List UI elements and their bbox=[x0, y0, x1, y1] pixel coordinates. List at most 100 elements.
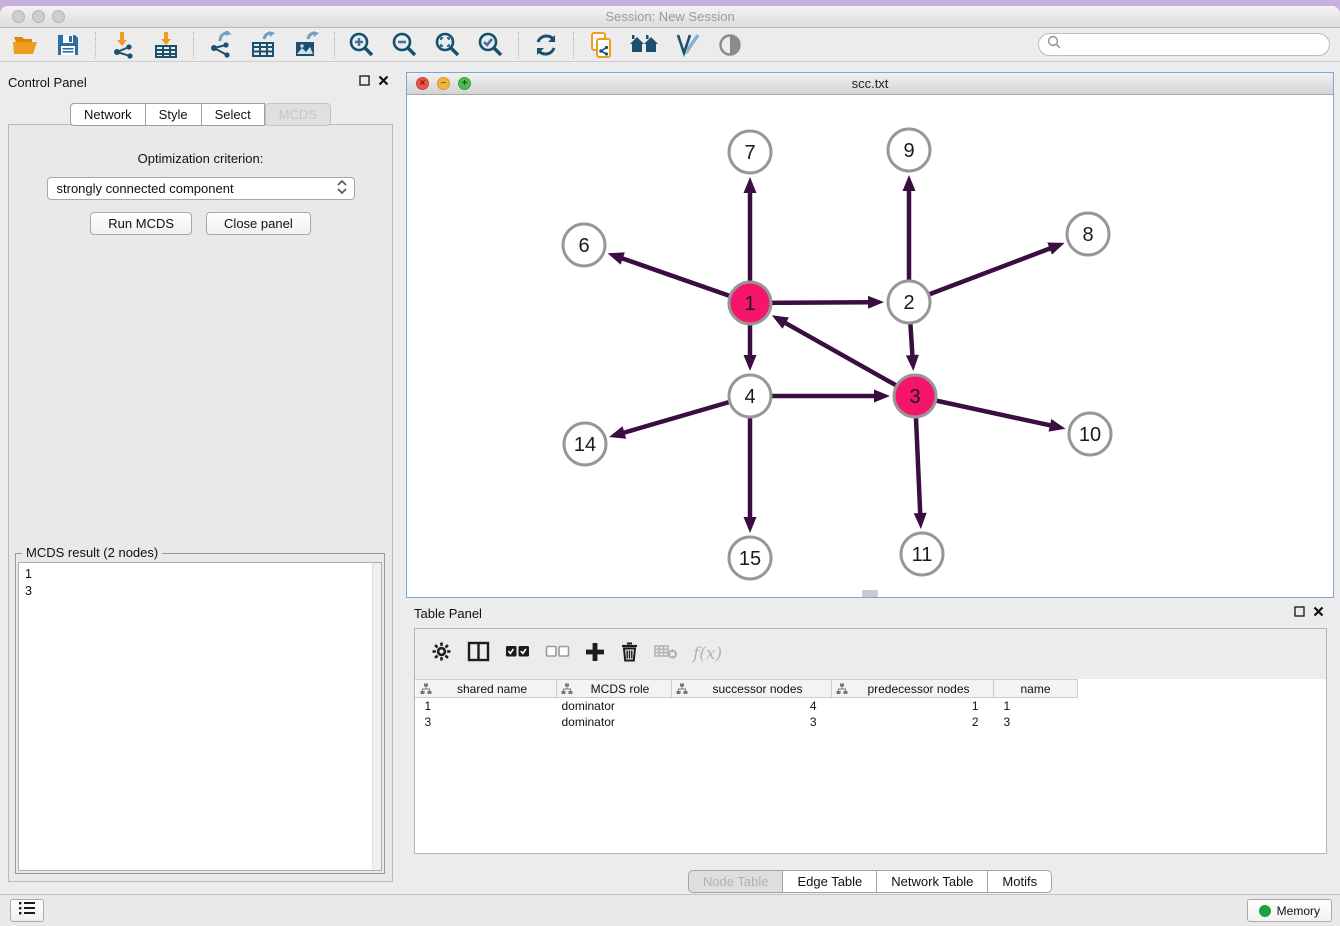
add-icon[interactable] bbox=[585, 642, 605, 667]
memory-button[interactable]: Memory bbox=[1247, 899, 1332, 922]
float-panel-icon[interactable] bbox=[1294, 604, 1305, 622]
graph-node-label: 8 bbox=[1082, 224, 1093, 246]
contrast-icon[interactable] bbox=[715, 31, 745, 59]
float-panel-icon[interactable] bbox=[359, 73, 370, 91]
zoom-in-icon[interactable] bbox=[347, 31, 377, 59]
table-cell[interactable]: 3 bbox=[416, 714, 557, 730]
graph-edge[interactable] bbox=[909, 248, 1052, 302]
minimize-window-button[interactable] bbox=[32, 10, 45, 23]
table-tabs: Node Table Edge Table Network Table Moti… bbox=[406, 870, 1334, 893]
close-panel-icon[interactable] bbox=[378, 73, 389, 91]
graph-edge-arrowhead bbox=[868, 296, 884, 309]
run-mcds-button[interactable]: Run MCDS bbox=[90, 212, 192, 235]
optimization-criterion-label: Optimization criterion: bbox=[9, 151, 392, 166]
maximize-window-button[interactable] bbox=[52, 10, 65, 23]
graph-node-label: 9 bbox=[903, 140, 914, 162]
mcds-result-fieldset: MCDS result (2 nodes) 1 3 bbox=[15, 553, 385, 874]
graph-node-label: 11 bbox=[912, 544, 933, 566]
column-header[interactable]: name bbox=[994, 680, 1078, 698]
tab-mcds[interactable]: MCDS bbox=[265, 103, 331, 126]
minimize-network-button[interactable]: − bbox=[437, 77, 450, 90]
delete-table-icon[interactable] bbox=[654, 643, 678, 665]
save-session-icon[interactable] bbox=[53, 31, 83, 59]
select-all-icon[interactable] bbox=[505, 645, 530, 663]
search-icon bbox=[1047, 35, 1061, 54]
gear-icon[interactable] bbox=[431, 641, 452, 667]
table-cell[interactable]: 3 bbox=[672, 714, 832, 730]
close-panel-button[interactable]: Close panel bbox=[206, 212, 311, 235]
splitter-handle[interactable] bbox=[862, 590, 878, 597]
table-panel: Table Panel bbox=[406, 602, 1334, 896]
export-image-icon[interactable] bbox=[292, 31, 322, 59]
table-cell[interactable]: 4 bbox=[672, 698, 832, 714]
open-file-icon[interactable] bbox=[10, 31, 40, 59]
tab-motifs[interactable]: Motifs bbox=[988, 870, 1052, 893]
graph-node-label: 6 bbox=[578, 235, 589, 257]
zoom-fit-icon[interactable] bbox=[433, 31, 463, 59]
import-network-icon[interactable] bbox=[108, 31, 138, 59]
zoom-out-icon[interactable] bbox=[390, 31, 420, 59]
close-window-button[interactable] bbox=[12, 10, 25, 23]
network-canvas[interactable]: 7968124314101511 bbox=[407, 95, 1333, 597]
houses-icon[interactable] bbox=[629, 31, 659, 59]
tab-select[interactable]: Select bbox=[202, 103, 265, 126]
window-titlebar: Session: New Session bbox=[0, 6, 1340, 28]
close-panel-icon[interactable] bbox=[1313, 604, 1324, 622]
column-header[interactable]: shared name bbox=[416, 680, 557, 698]
table-cell[interactable]: 1 bbox=[994, 698, 1078, 714]
copy-network-icon[interactable] bbox=[586, 31, 616, 59]
deselect-all-icon[interactable] bbox=[545, 645, 570, 663]
task-history-button[interactable] bbox=[10, 899, 44, 922]
graph-edge-arrowhead bbox=[903, 175, 916, 191]
network-titlebar[interactable]: × − + scc.txt bbox=[407, 73, 1333, 95]
column-header[interactable]: successor nodes bbox=[672, 680, 832, 698]
graph-node-label: 2 bbox=[903, 292, 914, 314]
table-row[interactable]: 1dominator411 bbox=[416, 698, 1078, 714]
maximize-network-button[interactable]: + bbox=[458, 77, 471, 90]
search-input[interactable] bbox=[1038, 33, 1330, 56]
refresh-icon[interactable] bbox=[531, 31, 561, 59]
table-row[interactable]: 3dominator323 bbox=[416, 714, 1078, 730]
vizmap-pen-icon[interactable] bbox=[672, 31, 702, 59]
control-panel-tabs: Network Style Select MCDS bbox=[8, 103, 393, 126]
close-network-button[interactable]: × bbox=[416, 77, 429, 90]
status-bar: Memory bbox=[0, 894, 1340, 926]
table-cell[interactable]: 1 bbox=[416, 698, 557, 714]
result-scrollbar[interactable] bbox=[372, 563, 381, 870]
table-cell[interactable]: dominator bbox=[557, 714, 672, 730]
criterion-select[interactable]: strongly connected component bbox=[47, 177, 355, 200]
table-cell[interactable]: dominator bbox=[557, 698, 672, 714]
app-window: Session: New Session bbox=[0, 6, 1340, 926]
tab-node-table[interactable]: Node Table bbox=[688, 870, 784, 893]
column-header[interactable]: predecessor nodes bbox=[832, 680, 994, 698]
function-icon[interactable]: f(x) bbox=[693, 644, 722, 664]
graph-node-label: 10 bbox=[1079, 424, 1101, 446]
export-network-icon[interactable] bbox=[206, 31, 236, 59]
mcds-result-text[interactable]: 1 3 bbox=[18, 562, 382, 871]
zoom-selected-icon[interactable] bbox=[476, 31, 506, 59]
export-table-icon[interactable] bbox=[249, 31, 279, 59]
tab-network-table[interactable]: Network Table bbox=[877, 870, 988, 893]
trash-icon[interactable] bbox=[620, 641, 639, 667]
table-toolbar: f(x) bbox=[415, 629, 1326, 679]
network-title: scc.txt bbox=[407, 73, 1333, 95]
criterion-value: strongly connected component bbox=[57, 181, 336, 196]
table-cell[interactable]: 1 bbox=[832, 698, 994, 714]
graph-edge-arrowhead bbox=[874, 390, 890, 403]
table-header-row: shared name MCDS role successor nodes pr… bbox=[416, 680, 1078, 698]
chevron-up-down-icon bbox=[336, 179, 348, 198]
columns-icon[interactable] bbox=[467, 641, 490, 667]
tab-style[interactable]: Style bbox=[146, 103, 202, 126]
control-panel: Control Panel Network Style Select MCDS … bbox=[8, 72, 393, 884]
network-window: × − + scc.txt 7968124314101511 bbox=[406, 72, 1334, 598]
table-cell[interactable]: 2 bbox=[832, 714, 994, 730]
tab-network[interactable]: Network bbox=[70, 103, 146, 126]
import-table-icon[interactable] bbox=[151, 31, 181, 59]
graph-node-label: 15 bbox=[739, 548, 761, 570]
table-cell[interactable]: 3 bbox=[994, 714, 1078, 730]
graph-edge-arrowhead bbox=[744, 517, 757, 533]
tab-edge-table[interactable]: Edge Table bbox=[783, 870, 877, 893]
column-header[interactable]: MCDS role bbox=[557, 680, 672, 698]
control-panel-title: Control Panel bbox=[8, 75, 87, 90]
graph-edge[interactable] bbox=[784, 322, 915, 396]
